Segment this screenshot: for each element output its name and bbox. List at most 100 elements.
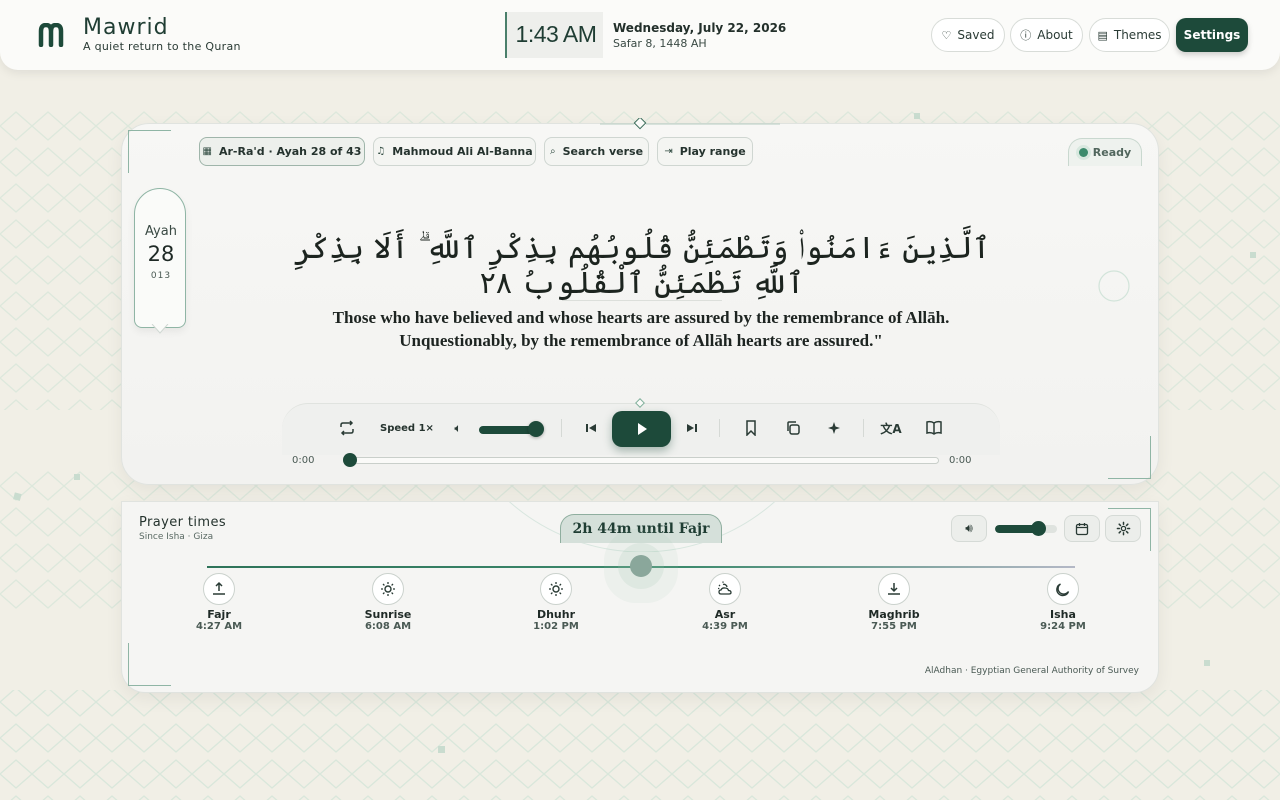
prayer-name: Fajr	[207, 608, 231, 621]
prayer-name: Dhuhr	[536, 608, 576, 621]
translation-line-2: Unquestionably, by the remembrance of Al…	[399, 331, 883, 350]
seek-handle[interactable]	[343, 453, 357, 467]
range-arrow-icon: ⇥	[664, 146, 673, 157]
info-icon: ⓘ	[1020, 29, 1032, 42]
prayer-subtitle: Since Isha · Giza	[139, 532, 214, 542]
app-name: Mawrid	[83, 15, 169, 40]
search-chip-label: Search verse	[562, 145, 644, 158]
status-label: Ready	[1092, 146, 1132, 159]
prayer-source: AlAdhan · Egyptian General Authority of …	[924, 666, 1139, 676]
copy-icon[interactable]	[781, 416, 805, 440]
prayer-time: 7:55 PM	[871, 621, 917, 632]
next-icon[interactable]	[680, 416, 704, 440]
range-chip-label: Play range	[679, 145, 746, 158]
prayer-title: Prayer times	[139, 515, 227, 530]
status-dot	[1078, 148, 1088, 157]
app-tagline: A quiet return to the Quran	[83, 40, 241, 53]
arabic-verse: ٱلَّذِينَ ءَامَنُوا۟ وَتَطْمَئِنُّ قُلُو…	[293, 231, 991, 301]
search-verse-button[interactable]: ⌕ Search verse	[544, 137, 649, 166]
palette-icon: ▤	[1097, 28, 1108, 42]
app-logo-icon	[38, 23, 64, 47]
prayer-time: 4:27 AM	[195, 621, 243, 632]
bookmark-icon[interactable]	[739, 416, 763, 440]
app-header: Mawrid A quiet return to the Quran 1:43 …	[0, 0, 1280, 70]
prayer-times-card: Prayer times Since Isha · Giza 2h 44m un…	[121, 501, 1159, 693]
heart-icon: ♡	[941, 28, 952, 42]
sunset-arrow-icon	[878, 573, 910, 605]
ayah-label: Ayah	[145, 224, 177, 239]
decorative-circle	[1098, 270, 1130, 302]
corner-ornament	[1108, 436, 1151, 479]
prayer-time: 1:02 PM	[533, 621, 579, 632]
prayer-time: 6:08 AM	[364, 621, 412, 632]
next-prayer-countdown: 2h 44m until Fajr	[560, 514, 722, 543]
hijri-date: Safar 8, 1448 AH	[613, 37, 707, 50]
prayer-time: 9:24 PM	[1040, 621, 1086, 632]
gregorian-date: Wednesday, July 22, 2026	[613, 21, 787, 35]
surah-selector[interactable]: ▦ Ar-Ra'd · Ayah 28 of 43	[199, 137, 365, 166]
prayer-name: Asr	[714, 608, 736, 621]
verse-translation: Those who have believed and whose hearts…	[262, 306, 1020, 352]
sun-icon	[540, 573, 572, 605]
adhan-volume-slider[interactable]	[995, 525, 1057, 533]
saved-button[interactable]: ♡ Saved	[931, 18, 1005, 52]
clock-time: 1:43 AM	[515, 21, 597, 47]
sun-cloud-icon	[709, 573, 741, 605]
surah-chip-label: Ar-Ra'd · Ayah 28 of 43	[218, 145, 362, 158]
reciter-chip-label: Mahmoud Ali Al-Banna	[392, 145, 533, 158]
prayer-name: Maghrib	[868, 608, 920, 621]
sparkle-icon[interactable]	[822, 416, 846, 440]
themes-button[interactable]: ▤ Themes	[1089, 18, 1170, 52]
top-ornament	[600, 118, 780, 130]
divider	[863, 419, 864, 437]
search-icon: ⌕	[549, 146, 556, 157]
current-time-marker	[630, 555, 652, 577]
themes-label: Themes	[1113, 28, 1162, 42]
divider	[561, 419, 562, 437]
divider	[719, 419, 720, 437]
status-badge: Ready	[1068, 138, 1142, 166]
saved-label: Saved	[957, 28, 995, 42]
verse-divider	[562, 300, 722, 301]
sun-icon	[372, 573, 404, 605]
player-ornament	[635, 398, 645, 408]
reciter-selector[interactable]: ♫ Mahmoud Ali Al-Banna	[373, 137, 536, 166]
repeat-icon[interactable]	[335, 416, 359, 440]
corner-ornament	[1108, 508, 1151, 551]
play-range-button[interactable]: ⇥ Play range	[657, 137, 753, 166]
play-icon	[637, 423, 647, 435]
corner-ornament	[128, 130, 171, 173]
prayer-sound-button[interactable]: 🔊︎	[951, 515, 987, 542]
ayah-pointer-icon	[151, 324, 169, 334]
seek-bar[interactable]	[351, 457, 939, 464]
adhan-volume-handle[interactable]	[1031, 521, 1046, 536]
volume-icon[interactable]: 🔈︎	[446, 416, 470, 440]
open-book-icon[interactable]	[922, 416, 946, 440]
clock: 1:43 AM	[505, 12, 603, 58]
surah-number: 013	[150, 271, 172, 281]
book-icon: ▦	[202, 146, 212, 157]
ayah-number: 28	[147, 242, 175, 266]
volume-slider-handle[interactable]	[528, 421, 544, 437]
calendar-button[interactable]	[1064, 515, 1100, 542]
sunrise-arrow-icon	[203, 573, 235, 605]
about-label: About	[1037, 28, 1073, 42]
translation-line-1: Those who have believed and whose hearts…	[332, 308, 950, 327]
music-note-icon: ♫	[376, 146, 386, 157]
settings-button[interactable]: Settings	[1176, 18, 1248, 52]
total-duration: 0:00	[949, 455, 972, 466]
ayah-indicator: Ayah 28 013	[134, 188, 186, 328]
speaker-icon: 🔊︎	[965, 521, 973, 535]
moon-icon	[1047, 573, 1079, 605]
calendar-icon	[1075, 522, 1089, 535]
speed-button[interactable]: Speed 1×	[380, 423, 434, 434]
prayer-name: Isha	[1050, 608, 1076, 621]
translate-icon[interactable]: 文A	[879, 416, 903, 440]
elapsed-time: 0:00	[292, 455, 315, 466]
previous-icon[interactable]	[579, 416, 603, 440]
about-button[interactable]: ⓘ About	[1010, 18, 1083, 52]
play-button[interactable]	[612, 411, 671, 447]
reader-card: ▦ Ar-Ra'd · Ayah 28 of 43 ♫ Mahmoud Ali …	[121, 123, 1159, 485]
corner-ornament	[128, 643, 171, 686]
prayer-name: Sunrise	[364, 608, 412, 621]
